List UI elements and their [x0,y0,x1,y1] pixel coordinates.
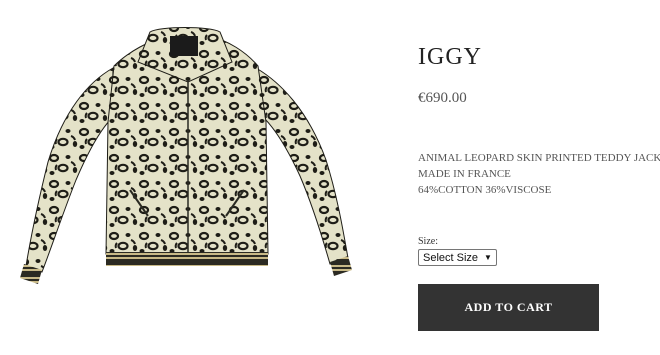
add-to-cart-button[interactable]: ADD TO CART [418,284,599,331]
leopard-jacket-image [20,27,352,284]
description-line: ANIMAL LEOPARD SKIN PRINTED TEDDY JACKET [418,152,660,164]
chevron-down-icon: ▼ [484,253,492,262]
description-line: MADE IN FRANCE [418,168,511,180]
size-select-value: Select Size [423,251,479,264]
description-line: 64%COTTON 36%VISCOSE [418,184,552,196]
product-price: €690.00 [418,90,467,106]
product-title: IGGY [418,44,482,70]
size-label: Size: [418,236,438,247]
size-select[interactable]: Select Size ▼ [418,249,497,266]
product-image [18,22,358,294]
product-description: ANIMAL LEOPARD SKIN PRINTED TEDDY JACKET… [418,150,660,198]
